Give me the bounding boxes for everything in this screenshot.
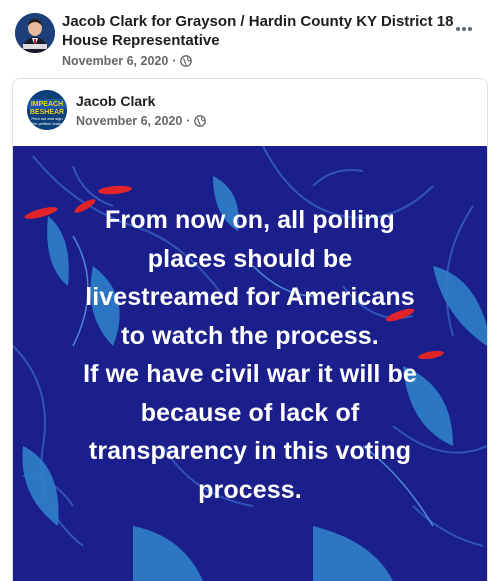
shared-post-header: IMPEACH BESHEAR Print out and sign the p… [13, 79, 487, 145]
meta-separator: · [186, 114, 191, 128]
post-image-text: From now on, all polling places should b… [33, 201, 467, 509]
shared-post-card[interactable]: IMPEACH BESHEAR Print out and sign the p… [12, 78, 488, 581]
image-text-line: transparency in this voting [88, 437, 412, 465]
image-text-line: process. [198, 475, 302, 504]
post-header: Jacob Clark for Grayson / Hardin County … [0, 0, 499, 76]
page-avatar[interactable] [15, 13, 55, 53]
image-text-line: If we have civil war it will be [83, 360, 417, 388]
avatar-portrait-image [15, 13, 55, 53]
image-text-line: to watch the process. [121, 321, 379, 350]
page-name-link[interactable]: Jacob Clark for Grayson / Hardin County … [62, 12, 457, 50]
image-text-line: because of lack of [140, 398, 360, 427]
shared-author-name-link[interactable]: Jacob Clark [76, 93, 155, 109]
shared-post-date-link[interactable]: November 6, 2020 [76, 114, 182, 128]
post-image[interactable]: From now on, all polling places should b… [13, 146, 487, 581]
more-options-icon [456, 27, 472, 31]
globe-icon [180, 55, 193, 67]
avatar-text-line-1: IMPEACH [31, 101, 63, 108]
image-text-line: livestreamed for Americans [85, 283, 415, 311]
image-text-line: From now on, all polling [105, 206, 395, 234]
impeach-beshear-avatar-image: IMPEACH BESHEAR Print out and sign the p… [27, 90, 67, 130]
post-meta: November 6, 2020 · [62, 54, 193, 68]
shared-author-avatar[interactable]: IMPEACH BESHEAR Print out and sign the p… [27, 90, 67, 130]
image-text-line: places should be [147, 244, 353, 273]
globe-icon [194, 115, 207, 127]
avatar-text-line-4: the petition today [32, 121, 62, 126]
meta-separator: · [172, 54, 177, 68]
post-date-link[interactable]: November 6, 2020 [62, 54, 168, 68]
shared-post-meta: November 6, 2020 · [76, 114, 207, 128]
more-options-button[interactable] [449, 17, 479, 41]
avatar-text-line-2: BESHEAR [30, 109, 64, 116]
